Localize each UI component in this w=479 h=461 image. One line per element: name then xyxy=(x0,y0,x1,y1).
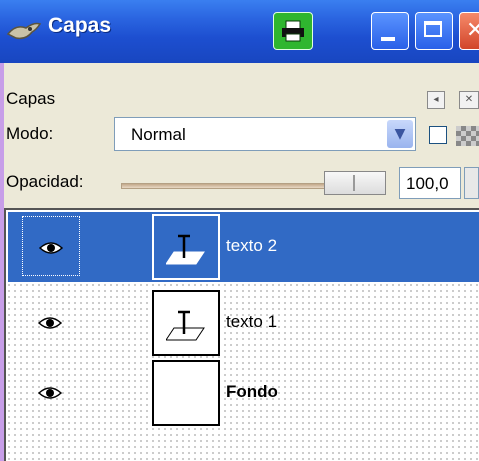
opacity-spinner[interactable] xyxy=(464,167,479,199)
visibility-toggle[interactable] xyxy=(22,216,80,276)
minimize-button[interactable] xyxy=(371,12,409,50)
text-layer-icon xyxy=(166,310,205,341)
layer-thumbnail[interactable] xyxy=(152,290,220,356)
layers-list: texto 2 texto 1 Fondo xyxy=(4,208,479,461)
layer-name[interactable]: Fondo xyxy=(226,382,278,402)
panel-header-label: Capas xyxy=(6,89,56,108)
mode-value: Normal xyxy=(131,125,186,144)
maximize-button[interactable] xyxy=(415,12,453,50)
layer-row[interactable]: texto 2 xyxy=(8,212,479,282)
title-bar: Capas xyxy=(0,0,479,63)
opacity-slider-handle[interactable] xyxy=(324,171,386,195)
print-icon xyxy=(282,20,304,42)
layer-row[interactable]: Fondo xyxy=(8,358,479,428)
panel-close-icon[interactable]: ✕ xyxy=(459,91,479,109)
layer-thumbnail[interactable] xyxy=(152,214,220,280)
text-layer-icon xyxy=(166,234,205,265)
visibility-toggle[interactable] xyxy=(22,362,80,422)
window-title: Capas xyxy=(48,14,112,37)
close-button[interactable] xyxy=(459,12,479,50)
panel-menu-icon[interactable]: ◂ xyxy=(427,91,445,109)
opacity-label: Opacidad: xyxy=(6,172,84,191)
eye-icon xyxy=(38,387,62,399)
mode-label: Modo: xyxy=(6,124,54,143)
keep-transparency-checkbox[interactable] xyxy=(429,126,447,144)
layer-name[interactable]: texto 2 xyxy=(226,236,277,256)
chevron-down-icon[interactable]: ▼ xyxy=(387,120,413,148)
opacity-input[interactable]: 100,0 xyxy=(399,167,461,199)
gimp-wilber-icon xyxy=(6,22,42,40)
visibility-toggle[interactable] xyxy=(22,292,80,352)
mode-select[interactable]: Normal ▼ xyxy=(114,117,416,151)
print-button[interactable] xyxy=(273,12,313,50)
layer-name[interactable]: texto 1 xyxy=(226,312,277,332)
eye-icon xyxy=(38,317,62,329)
transparency-icon xyxy=(456,126,479,146)
layer-thumbnail[interactable] xyxy=(152,360,220,426)
eye-icon xyxy=(39,242,63,254)
opacity-value: 100,0 xyxy=(406,174,449,193)
layer-row[interactable]: texto 1 xyxy=(8,288,479,358)
